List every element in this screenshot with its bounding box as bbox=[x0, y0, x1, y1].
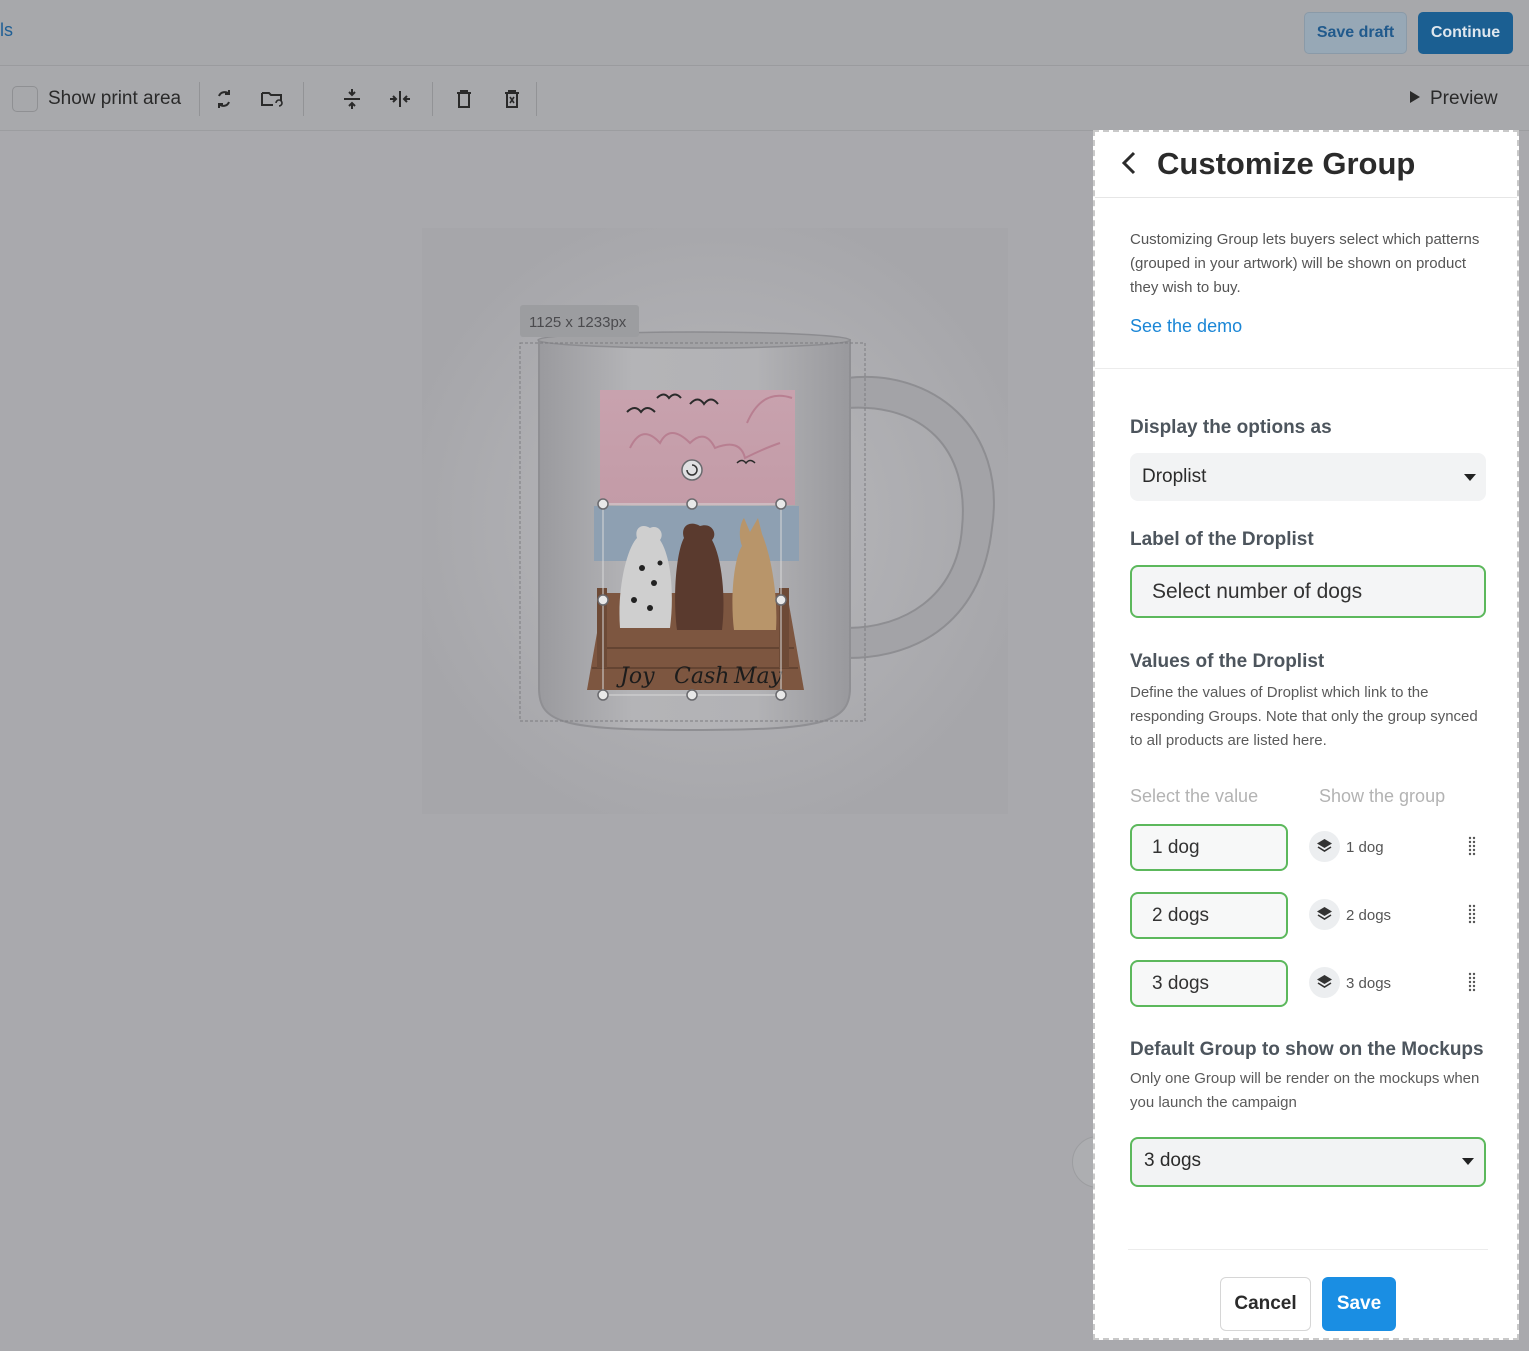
preview-button[interactable]: Preview bbox=[1410, 88, 1498, 110]
breadcrumb-link[interactable]: ls bbox=[0, 20, 13, 41]
show-print-area-label: Show print area bbox=[48, 88, 182, 109]
show-group-column-header: Show the group bbox=[1319, 786, 1446, 806]
panel-title: Customize Group bbox=[1157, 146, 1416, 181]
dog-name-text: Cash bbox=[674, 664, 729, 689]
align-horizontal-center-icon[interactable] bbox=[386, 85, 414, 113]
droplist-label-input[interactable]: Select number of dogs bbox=[1130, 565, 1486, 618]
toolbar-divider bbox=[303, 82, 304, 116]
dropdown-caret-icon bbox=[1464, 474, 1476, 481]
droplist-values-title: Values of the Droplist bbox=[1130, 651, 1325, 672]
toolbar-divider bbox=[199, 82, 200, 116]
delete-all-icon[interactable] bbox=[498, 85, 526, 113]
dropdown-caret-icon bbox=[1462, 1158, 1474, 1165]
rotate-handle-icon bbox=[681, 459, 703, 481]
layers-icon bbox=[1309, 831, 1340, 862]
toolbar-divider bbox=[536, 82, 537, 116]
design-canvas: Joy Cash May 1125 x 1233px bbox=[0, 132, 1092, 1351]
back-arrow-icon[interactable] bbox=[1117, 149, 1141, 177]
save-button[interactable]: Save bbox=[1322, 1277, 1396, 1331]
intro-section: Customizing Group lets buyers select whi… bbox=[1095, 198, 1517, 369]
value-input[interactable]: 2 dogs bbox=[1130, 892, 1288, 939]
editor-toolbar: Show print area Preview bbox=[0, 67, 1529, 131]
linked-group-name: 1 dog bbox=[1346, 839, 1384, 856]
drag-handle-icon[interactable] bbox=[1468, 904, 1476, 924]
display-type-value: Droplist bbox=[1142, 466, 1207, 487]
layers-icon bbox=[1309, 899, 1340, 930]
see-demo-link[interactable]: See the demo bbox=[1130, 316, 1482, 337]
default-group-value: 3 dogs bbox=[1144, 1150, 1202, 1171]
values-list: 1 dog 1 dog 2 dogs 2 dogs 3 dogs 3 dogs bbox=[1130, 824, 1486, 1028]
value-row: 2 dogs 2 dogs bbox=[1130, 892, 1486, 960]
dog-name-text: May bbox=[733, 664, 783, 689]
customize-group-panel: Customize Group Customizing Group lets b… bbox=[1093, 130, 1519, 1340]
layers-icon bbox=[1309, 967, 1340, 998]
value-input[interactable]: 3 dogs bbox=[1130, 960, 1288, 1007]
intro-text: Customizing Group lets buyers select whi… bbox=[1130, 231, 1480, 296]
panel-header: Customize Group bbox=[1095, 132, 1517, 198]
linked-group-name: 2 dogs bbox=[1346, 907, 1392, 924]
drag-handle-icon[interactable] bbox=[1468, 836, 1476, 856]
show-print-area-checkbox[interactable] bbox=[12, 86, 38, 112]
value-input[interactable]: 1 dog bbox=[1130, 824, 1288, 871]
dog-name-text: Joy bbox=[616, 664, 655, 689]
continue-button[interactable]: Continue bbox=[1418, 12, 1513, 54]
align-vertical-center-icon[interactable] bbox=[338, 85, 366, 113]
drag-handle-icon[interactable] bbox=[1468, 972, 1476, 992]
preview-label: Preview bbox=[1430, 88, 1498, 109]
default-group-select[interactable]: 3 dogs bbox=[1130, 1137, 1486, 1187]
rotate-icon[interactable] bbox=[210, 85, 238, 113]
select-value-column-header: Select the value bbox=[1130, 786, 1259, 806]
play-icon bbox=[1410, 91, 1420, 103]
panel-footer: Cancel Save bbox=[1128, 1249, 1488, 1331]
display-section: Display the options as Droplist Label of… bbox=[1095, 369, 1517, 1187]
delete-icon[interactable] bbox=[450, 85, 478, 113]
cancel-button[interactable]: Cancel bbox=[1220, 1277, 1311, 1331]
display-options-title: Display the options as bbox=[1130, 417, 1332, 438]
toolbar-divider bbox=[432, 82, 433, 116]
droplist-values-description: Define the values of Droplist which link… bbox=[1130, 684, 1478, 749]
value-row: 3 dogs 3 dogs bbox=[1130, 960, 1486, 1028]
size-label: 1125 x 1233px bbox=[529, 314, 627, 331]
default-group-description: Only one Group will be render on the moc… bbox=[1130, 1070, 1480, 1111]
droplist-label-title: Label of the Droplist bbox=[1130, 529, 1314, 550]
default-group-title: Default Group to show on the Mockups bbox=[1130, 1039, 1484, 1060]
top-bar: ls Save draft Continue bbox=[0, 0, 1529, 66]
display-type-select[interactable]: Droplist bbox=[1130, 453, 1486, 501]
save-draft-button[interactable]: Save draft bbox=[1304, 12, 1407, 54]
mug-artboard[interactable]: Joy Cash May 1125 x 1233px bbox=[422, 228, 1008, 814]
value-row: 1 dog 1 dog bbox=[1130, 824, 1486, 892]
values-column-headers: Select the value Show the group bbox=[1130, 786, 1486, 816]
linked-group-name: 3 dogs bbox=[1346, 975, 1392, 992]
replace-image-icon[interactable] bbox=[258, 85, 286, 113]
